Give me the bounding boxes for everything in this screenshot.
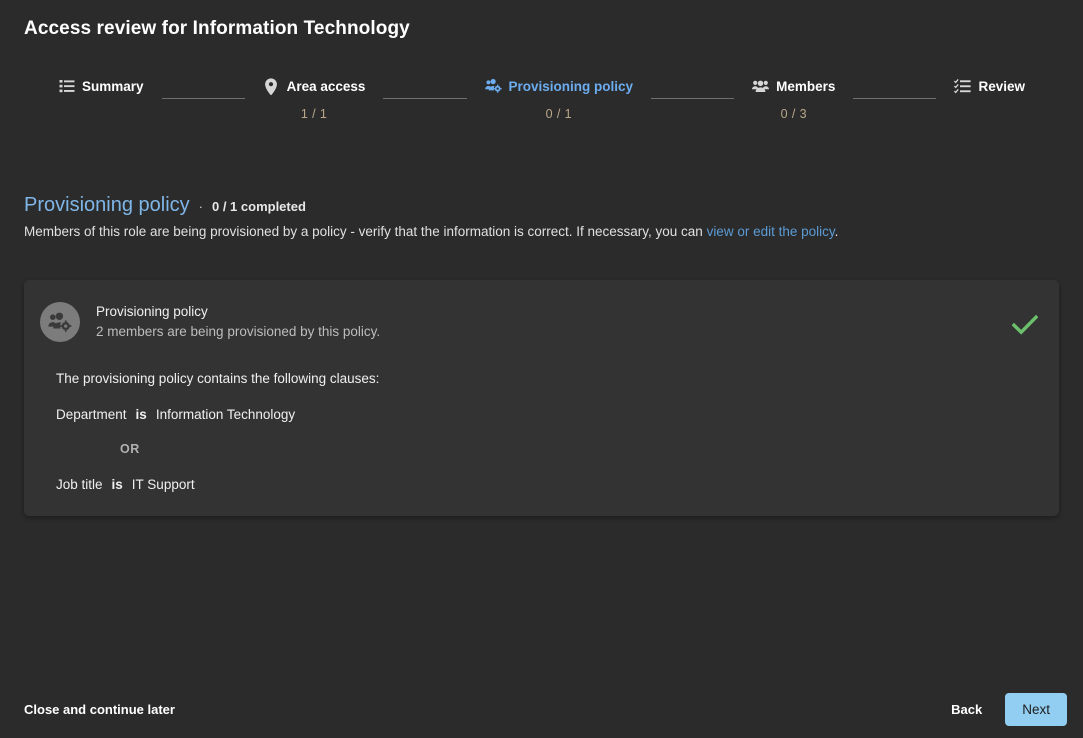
section-description-text: Members of this role are being provision… bbox=[24, 224, 707, 239]
stepper-step-review-head: Review bbox=[954, 72, 1025, 100]
clause-row: Department is Information Technology bbox=[56, 407, 1038, 422]
clause-value: IT Support bbox=[132, 477, 195, 492]
stepper-nav: Summary Area access 1 / 1 bbox=[0, 72, 1083, 121]
section-separator: · bbox=[199, 199, 203, 214]
clause-conjunction: OR bbox=[120, 442, 1038, 456]
stepper-step-members-label: Members bbox=[776, 79, 835, 94]
stepper-step-members-count: 0 / 3 bbox=[781, 107, 807, 121]
stepper-step-provisioning-policy-label: Provisioning policy bbox=[509, 79, 634, 94]
stepper-step-summary-label: Summary bbox=[82, 79, 144, 94]
footer-bar: Close and continue later Back Next bbox=[0, 680, 1083, 738]
stepper-step-provisioning-policy[interactable]: Provisioning policy 0 / 1 bbox=[485, 72, 634, 121]
people-group-icon bbox=[752, 78, 769, 95]
clause-operator: is bbox=[136, 407, 147, 422]
next-button[interactable]: Next bbox=[1005, 693, 1067, 726]
footer-actions: Back Next bbox=[945, 693, 1067, 726]
check-icon bbox=[1012, 314, 1038, 340]
policy-card-title: Provisioning policy bbox=[96, 302, 380, 321]
stepper-connector-2 bbox=[383, 98, 466, 99]
back-button[interactable]: Back bbox=[945, 694, 988, 725]
page-title: Access review for Information Technology bbox=[24, 18, 410, 40]
clause-attribute: Job title bbox=[56, 477, 103, 492]
stepper-step-area-access[interactable]: Area access 1 / 1 bbox=[263, 72, 366, 121]
policy-card-subtitle: 2 members are being provisioned by this … bbox=[96, 322, 380, 341]
policy-card-header-text: Provisioning policy 2 members are being … bbox=[96, 301, 380, 341]
close-and-continue-later-link[interactable]: Close and continue later bbox=[24, 702, 175, 717]
section-description: Members of this role are being provision… bbox=[24, 223, 838, 241]
clause-row: Job title is IT Support bbox=[56, 477, 1038, 492]
section-progress: 0 / 1 completed bbox=[212, 199, 306, 214]
map-pin-icon bbox=[263, 78, 280, 95]
stepper-step-area-access-count: 1 / 1 bbox=[301, 107, 327, 121]
stepper-step-summary[interactable]: Summary bbox=[58, 72, 144, 107]
stepper-step-provisioning-policy-count: 0 / 1 bbox=[546, 107, 572, 121]
clause-attribute: Department bbox=[56, 407, 127, 422]
stepper-connector-1 bbox=[162, 98, 245, 99]
people-gear-icon bbox=[485, 78, 502, 95]
clause-value: Information Technology bbox=[156, 407, 295, 422]
stepper-step-members-head: Members bbox=[752, 72, 835, 100]
list-icon bbox=[58, 78, 75, 95]
policy-card-header: Provisioning policy 2 members are being … bbox=[40, 301, 1038, 342]
section-header: Provisioning policy · 0 / 1 completed Me… bbox=[24, 194, 838, 241]
stepper-step-provisioning-policy-head: Provisioning policy bbox=[485, 72, 634, 100]
stepper-connector-4 bbox=[853, 98, 936, 99]
section-description-period: . bbox=[835, 224, 839, 239]
stepper-step-members[interactable]: Members 0 / 3 bbox=[752, 72, 835, 121]
clause-operator: is bbox=[112, 477, 123, 492]
provisioning-policy-card: Provisioning policy 2 members are being … bbox=[24, 280, 1059, 516]
clauses-intro: The provisioning policy contains the fol… bbox=[56, 371, 1038, 386]
stepper-connector-3 bbox=[651, 98, 734, 99]
stepper-step-summary-head: Summary bbox=[58, 72, 144, 100]
section-title: Provisioning policy bbox=[24, 194, 190, 217]
stepper-step-area-access-head: Area access bbox=[263, 72, 366, 100]
section-title-row: Provisioning policy · 0 / 1 completed bbox=[24, 194, 838, 217]
stepper-step-area-access-label: Area access bbox=[287, 79, 366, 94]
people-gear-avatar-icon bbox=[40, 302, 80, 342]
stepper-step-review[interactable]: Review bbox=[954, 72, 1025, 107]
view-or-edit-policy-link[interactable]: view or edit the policy bbox=[707, 224, 835, 239]
checklist-icon bbox=[954, 78, 971, 95]
stepper-step-review-label: Review bbox=[978, 79, 1025, 94]
